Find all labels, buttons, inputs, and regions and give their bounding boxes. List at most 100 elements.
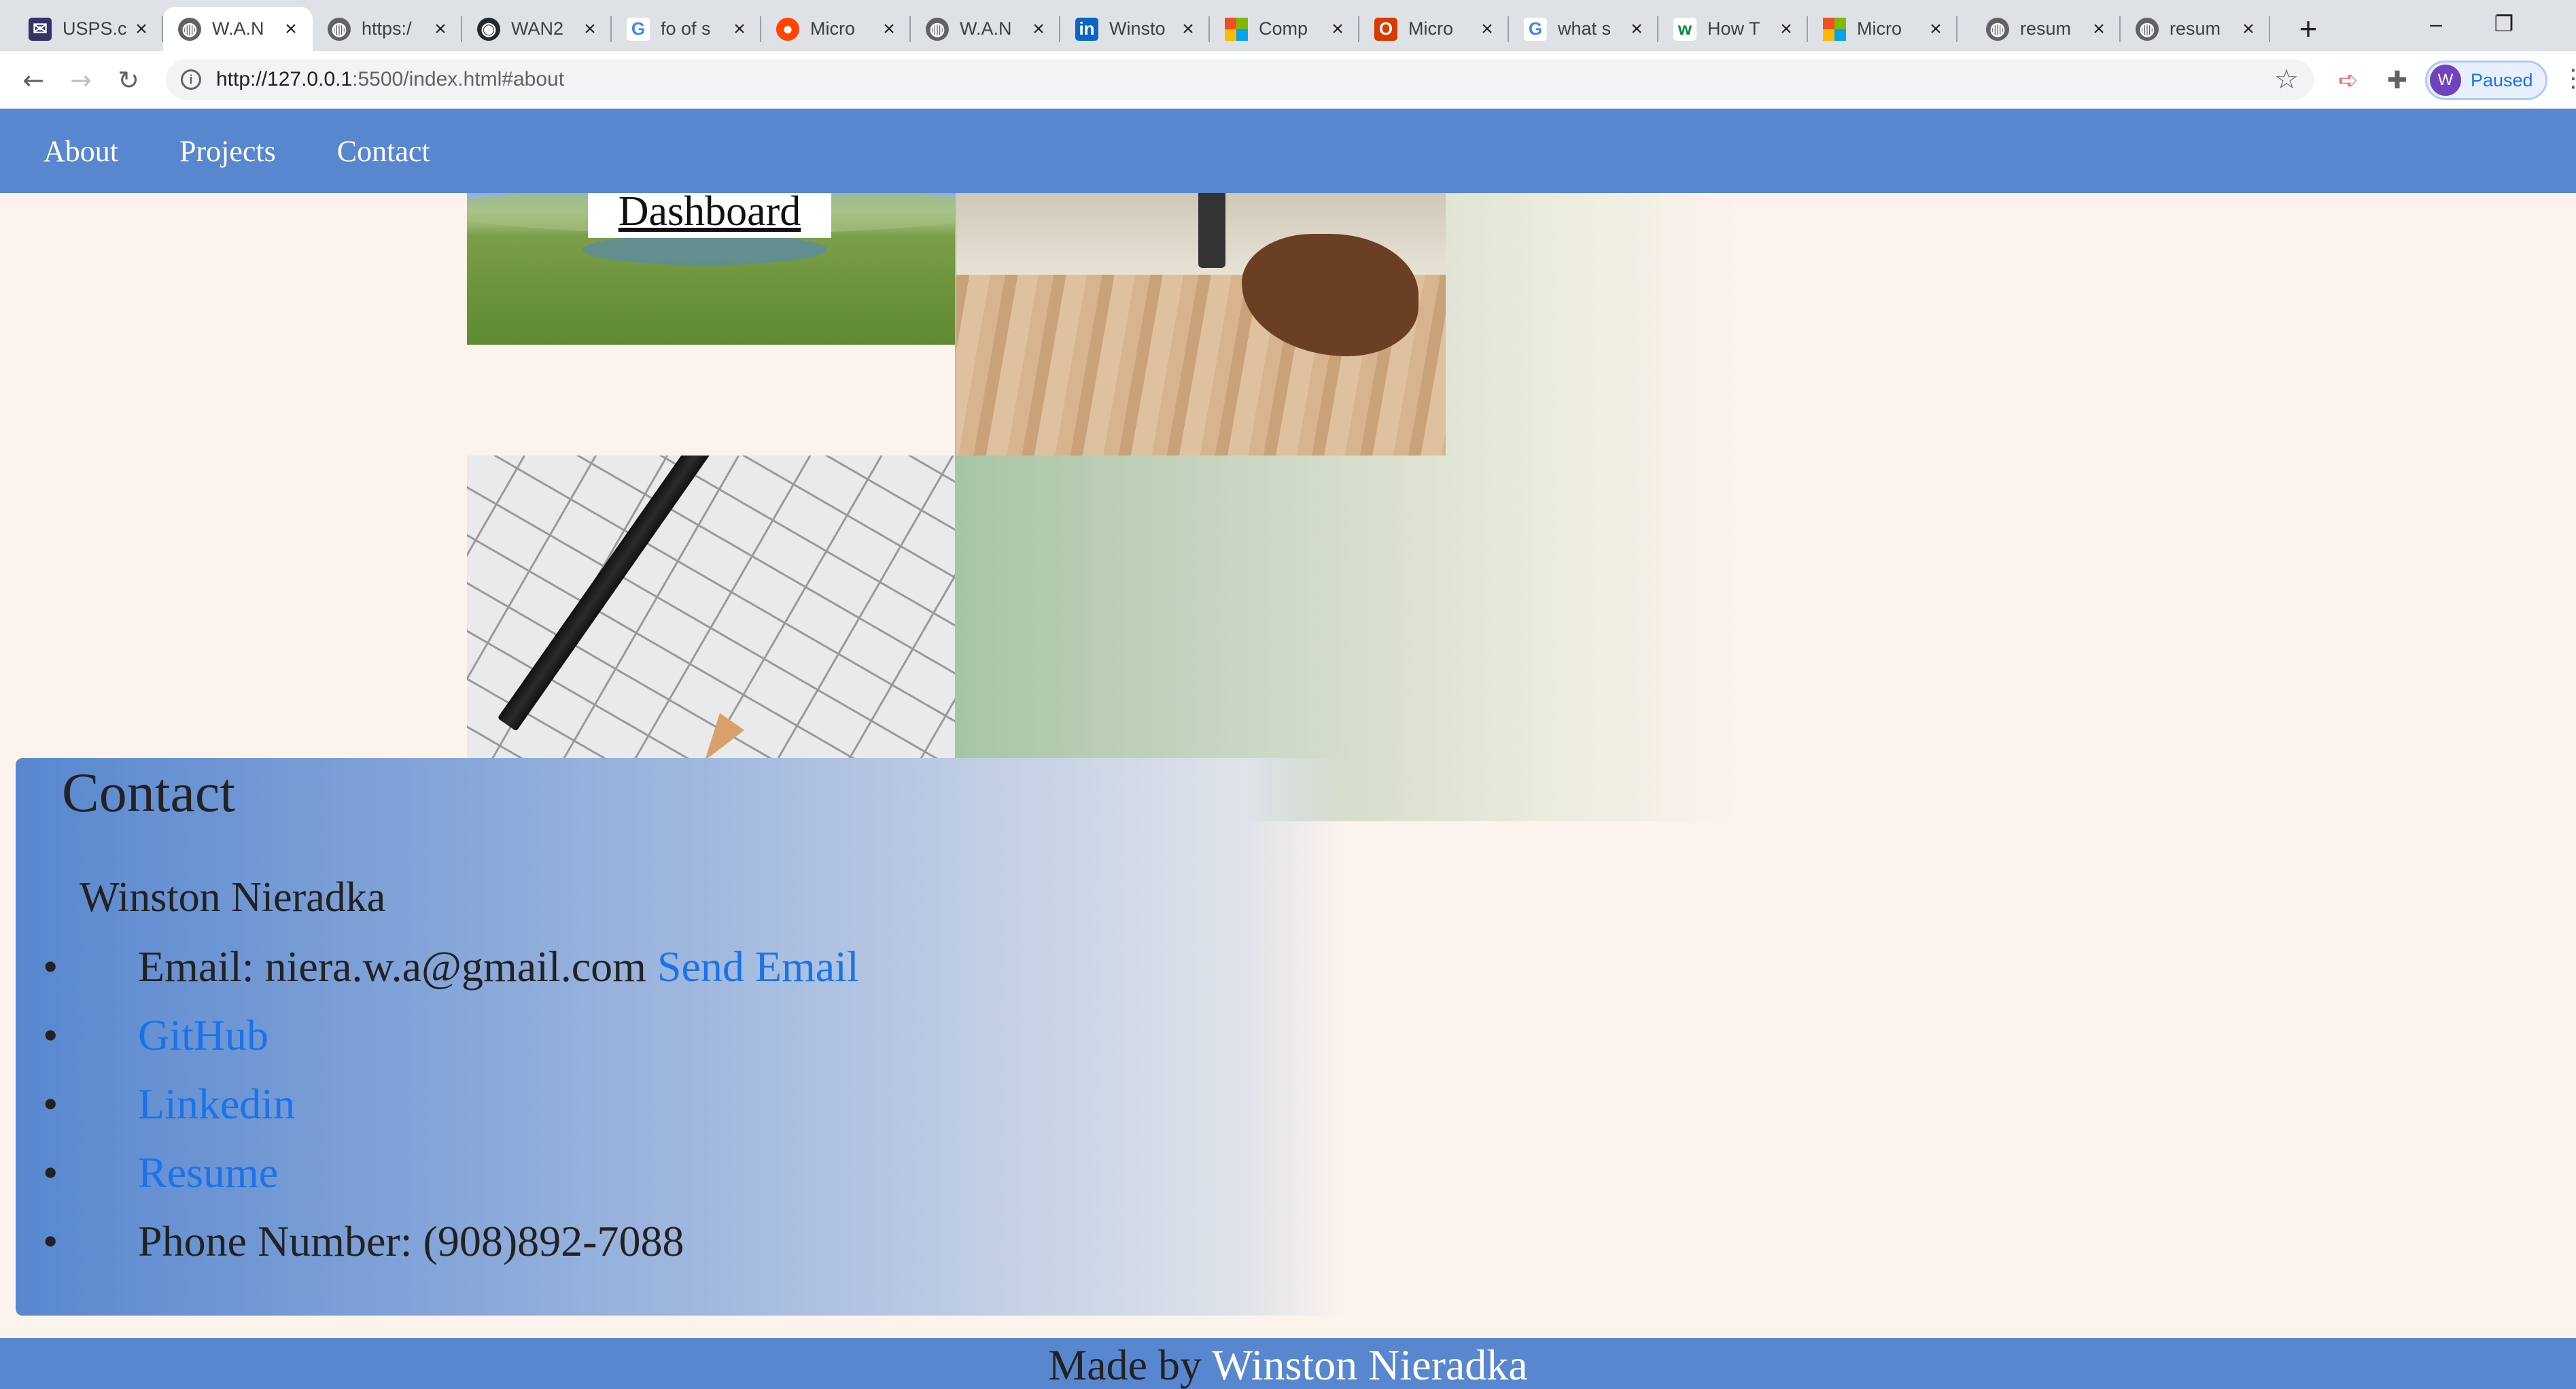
menu-dots-icon[interactable]: ⋮ xyxy=(2561,65,2576,92)
profile-button[interactable]: W Paused xyxy=(2425,61,2547,100)
tab-title: W.A.N xyxy=(960,18,1012,39)
minimize-icon[interactable]: – xyxy=(2402,0,2470,48)
globe-icon: ◍ xyxy=(926,17,949,41)
browser-tab[interactable]: in Winsto × xyxy=(1060,7,1210,51)
globe-icon: ◍ xyxy=(1986,17,2009,41)
close-icon[interactable]: × xyxy=(880,18,899,41)
close-icon[interactable]: × xyxy=(2239,18,2258,41)
browser-tab[interactable]: w How T × xyxy=(1658,7,1808,51)
github-link[interactable]: GitHub xyxy=(138,1010,268,1061)
address-bar[interactable]: i http://127.0.0.1:5500/index.html#about… xyxy=(166,59,2314,100)
email-text: Email: niera.w.a@gmail.com xyxy=(138,942,646,991)
avatar: W xyxy=(2430,65,2461,96)
close-icon[interactable]: × xyxy=(1627,18,1646,41)
project-dashboard-link[interactable]: Dashboard xyxy=(588,193,831,238)
tab-title: How T xyxy=(1707,18,1760,39)
close-icon[interactable]: × xyxy=(1777,18,1796,41)
browser-tab[interactable]: Micro × xyxy=(1808,7,1957,51)
footer-prefix: Made by xyxy=(1048,1341,1212,1389)
browser-tab[interactable]: ◍ resum × xyxy=(2121,7,2270,51)
globe-icon: ◍ xyxy=(2136,17,2159,41)
site-nav: About Projects Contact xyxy=(0,109,2576,193)
page-viewport: About Projects Contact Dashboard Contact… xyxy=(0,109,2576,1389)
tab-title: WAN2 xyxy=(511,18,564,39)
google-icon: G xyxy=(627,17,650,41)
browser-tab[interactable]: ◍ https:/ × xyxy=(313,7,462,51)
browser-tab[interactable]: Comp × xyxy=(1210,7,1359,51)
contact-name: Winston Nieradka xyxy=(80,874,386,921)
microsoft-icon xyxy=(1225,17,1248,41)
browser-tab[interactable]: G what s × xyxy=(1509,7,1658,51)
close-icon[interactable]: × xyxy=(2089,18,2108,41)
browser-tab[interactable]: O Micro × xyxy=(1359,7,1509,51)
restore-icon[interactable]: ❐ xyxy=(2470,0,2538,48)
contact-section: Contact Winston Nieradka Email: niera.w.… xyxy=(16,758,2576,1316)
extension-red-icon[interactable]: ➪ xyxy=(2330,62,2367,99)
contact-heading: Contact xyxy=(62,761,236,823)
project-image-woodwork[interactable] xyxy=(956,193,1446,456)
browser-tab-active[interactable]: ◍ W.A.N × xyxy=(163,7,313,51)
close-icon[interactable]: × xyxy=(1328,18,1347,41)
tab-title: Micro xyxy=(810,18,855,39)
browser-tab[interactable]: G fo of s × xyxy=(612,7,761,51)
site-footer: Made by Winston Nieradka xyxy=(0,1338,2576,1389)
list-item-phone: Phone Number: (908)892-7088 xyxy=(16,1207,859,1275)
globe-icon: ◍ xyxy=(178,17,201,41)
tab-title: Comp xyxy=(1259,18,1308,39)
browser-tab[interactable]: ◍ W.A.N × xyxy=(911,7,1060,51)
close-icon[interactable]: × xyxy=(281,18,300,41)
close-icon[interactable]: × xyxy=(1179,18,1198,41)
close-icon[interactable]: × xyxy=(132,18,151,41)
tab-title: Winsto xyxy=(1109,18,1166,39)
url-host: http://127.0.0.1 xyxy=(216,68,353,90)
tab-title: USPS.c xyxy=(63,18,127,39)
reload-icon[interactable]: ↻ xyxy=(110,62,147,99)
bookmark-star-icon[interactable]: ☆ xyxy=(2274,64,2299,95)
extensions-puzzle-icon[interactable]: ✚ xyxy=(2379,62,2416,99)
close-icon[interactable]: × xyxy=(580,18,599,41)
microsoft-icon xyxy=(1823,17,1846,41)
list-item-email: Email: niera.w.a@gmail.com Send Email xyxy=(16,932,859,1001)
browser-tab[interactable]: ● Micro × xyxy=(761,7,911,51)
list-item-github: GitHub xyxy=(16,1001,859,1069)
back-arrow-icon[interactable]: ← xyxy=(15,62,52,99)
close-icon[interactable]: × xyxy=(1926,18,1945,41)
tab-title: https:/ xyxy=(362,18,412,39)
new-tab-plus-icon[interactable]: + xyxy=(2289,10,2327,48)
close-icon[interactable]: × xyxy=(1478,18,1497,41)
forward-arrow-icon[interactable]: → xyxy=(63,62,99,99)
globe-icon: ◍ xyxy=(328,17,351,41)
reddit-icon: ● xyxy=(776,17,799,41)
contact-list: Email: niera.w.a@gmail.com Send Email Gi… xyxy=(16,932,859,1275)
github-icon: ◉ xyxy=(477,17,500,41)
tab-title: Micro xyxy=(1408,18,1453,39)
tab-title: fo of s xyxy=(661,18,711,39)
tab-title: resum xyxy=(2020,18,2072,39)
close-icon[interactable]: × xyxy=(1029,18,1048,41)
google-icon: G xyxy=(1524,17,1547,41)
info-icon[interactable]: i xyxy=(181,69,201,90)
nav-about-link[interactable]: About xyxy=(43,134,118,169)
tab-title: W.A.N xyxy=(212,18,264,39)
tab-strip: ✉ USPS.c × ◍ W.A.N × ◍ https:/ × ◉ WAN2 … xyxy=(0,0,2576,51)
list-item-linkedin: Linkedin xyxy=(16,1069,859,1138)
phone-text: Phone Number: (908)892-7088 xyxy=(138,1216,684,1265)
tab-title: Micro xyxy=(1857,18,1902,39)
nav-contact-link[interactable]: Contact xyxy=(337,134,430,169)
browser-tab[interactable]: ◍ resum × xyxy=(1971,7,2121,51)
linkedin-link[interactable]: Linkedin xyxy=(138,1079,295,1129)
office-icon: O xyxy=(1374,17,1397,41)
close-icon[interactable]: × xyxy=(730,18,749,41)
browser-tab[interactable]: ◉ WAN2 × xyxy=(462,7,612,51)
nav-projects-link[interactable]: Projects xyxy=(179,134,276,169)
browser-toolbar: ← → ↻ i http://127.0.0.1:5500/index.html… xyxy=(0,51,2576,109)
footer-author-link[interactable]: Winston Nieradka xyxy=(1212,1341,1528,1389)
url-path: :5500/index.html#about xyxy=(352,68,565,90)
close-icon[interactable]: × xyxy=(431,18,450,41)
list-item-resume: Resume xyxy=(16,1138,859,1207)
send-email-link[interactable]: Send Email xyxy=(657,942,859,992)
tab-title: resum xyxy=(2170,18,2221,39)
resume-link[interactable]: Resume xyxy=(138,1148,278,1198)
browser-tab[interactable]: ✉ USPS.c × xyxy=(14,7,163,51)
linkedin-icon: in xyxy=(1075,17,1098,41)
